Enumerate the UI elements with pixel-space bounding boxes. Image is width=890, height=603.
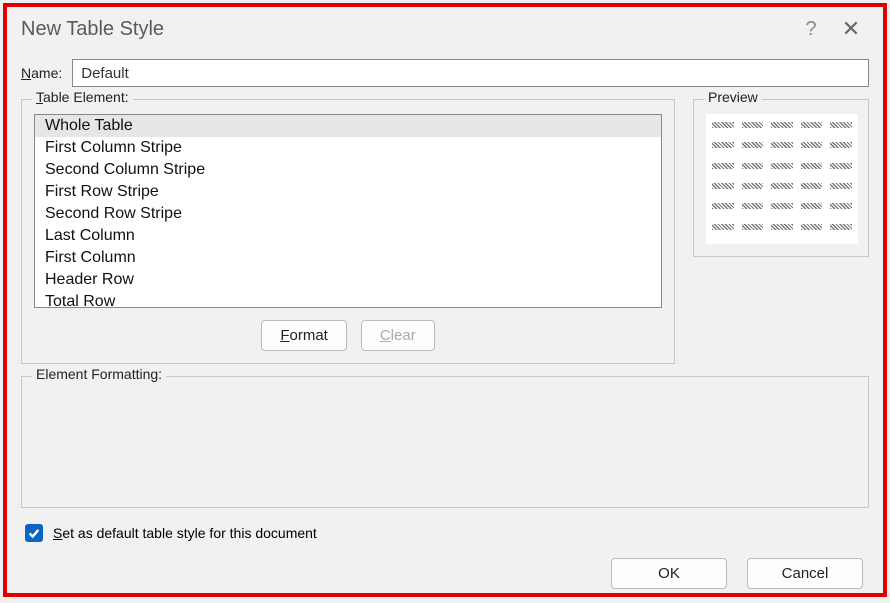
- titlebar: New Table Style ? ✕: [7, 7, 883, 51]
- preview-cell: [801, 163, 823, 169]
- preview-cell: [771, 163, 793, 169]
- preview-cell: [801, 142, 823, 148]
- preview-cell: [742, 183, 764, 189]
- ok-button[interactable]: OK: [611, 558, 727, 589]
- list-item[interactable]: First Column: [35, 247, 661, 269]
- table-element-listbox[interactable]: Whole TableFirst Column StripeSecond Col…: [34, 114, 662, 308]
- cancel-button[interactable]: Cancel: [747, 558, 863, 589]
- preview-grid: [706, 114, 858, 244]
- list-item[interactable]: Second Row Stripe: [35, 203, 661, 225]
- preview-cell: [712, 163, 734, 169]
- default-style-row: Set as default table style for this docu…: [21, 508, 869, 550]
- preview-cell: [771, 203, 793, 209]
- list-item[interactable]: Second Column Stripe: [35, 159, 661, 181]
- preview-cell: [712, 122, 734, 128]
- preview-cell: [801, 203, 823, 209]
- preview-cell: [712, 142, 734, 148]
- element-formatting-label: Element Formatting:: [32, 366, 166, 382]
- preview-cell: [771, 142, 793, 148]
- list-item[interactable]: Total Row: [35, 291, 661, 308]
- preview-cell: [771, 224, 793, 230]
- default-style-label: Set as default table style for this docu…: [53, 525, 317, 541]
- preview-cell: [742, 163, 764, 169]
- close-icon[interactable]: ✕: [831, 16, 871, 42]
- preview-cell: [830, 224, 852, 230]
- preview-group: Preview: [693, 99, 869, 257]
- preview-label: Preview: [704, 89, 762, 105]
- preview-cell: [801, 183, 823, 189]
- dialog-title: New Table Style: [21, 18, 791, 41]
- preview-cell: [742, 142, 764, 148]
- dialog-frame: New Table Style ? ✕ Name: Table Element:…: [3, 3, 887, 597]
- preview-cell: [830, 183, 852, 189]
- list-item[interactable]: First Column Stripe: [35, 137, 661, 159]
- preview-cell: [742, 122, 764, 128]
- element-formatting-group: Element Formatting:: [21, 376, 869, 508]
- preview-cell: [742, 203, 764, 209]
- default-style-checkbox[interactable]: [25, 524, 43, 542]
- table-element-label: Table Element:: [32, 89, 133, 105]
- name-input[interactable]: [72, 59, 869, 87]
- help-icon[interactable]: ?: [791, 18, 831, 41]
- preview-cell: [742, 224, 764, 230]
- format-button[interactable]: Format: [261, 320, 347, 351]
- name-label: Name:: [21, 65, 62, 81]
- checkmark-icon: [27, 526, 41, 540]
- clear-button[interactable]: Clear: [361, 320, 435, 351]
- list-item[interactable]: Header Row: [35, 269, 661, 291]
- list-item[interactable]: First Row Stripe: [35, 181, 661, 203]
- preview-cell: [771, 183, 793, 189]
- preview-cell: [830, 142, 852, 148]
- preview-cell: [771, 122, 793, 128]
- preview-cell: [830, 203, 852, 209]
- preview-cell: [712, 224, 734, 230]
- list-item[interactable]: Whole Table: [35, 115, 661, 137]
- preview-cell: [801, 224, 823, 230]
- preview-cell: [830, 122, 852, 128]
- list-item[interactable]: Last Column: [35, 225, 661, 247]
- preview-cell: [801, 122, 823, 128]
- table-element-group: Table Element: Whole TableFirst Column S…: [21, 99, 675, 364]
- preview-cell: [712, 203, 734, 209]
- preview-cell: [712, 183, 734, 189]
- preview-cell: [830, 163, 852, 169]
